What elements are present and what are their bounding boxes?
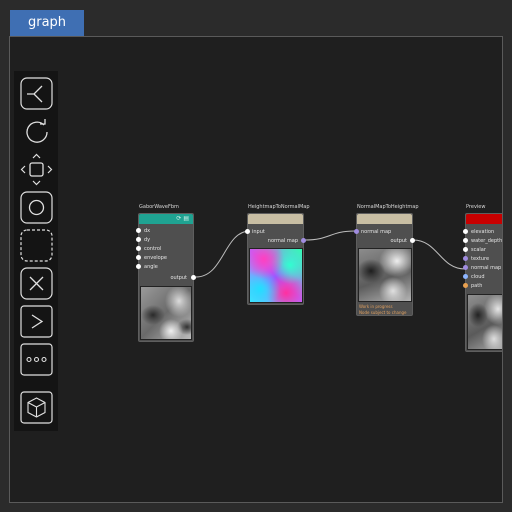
- port-dot-dy[interactable]: [136, 237, 141, 242]
- port-dot-normal-map[interactable]: [463, 265, 468, 270]
- port-dot-normal-map[interactable]: [301, 238, 306, 243]
- port-dot-texture[interactable]: [463, 256, 468, 261]
- node-preview-image: [249, 248, 303, 303]
- port-dot-input[interactable]: [245, 229, 250, 234]
- rotate-icon: [26, 119, 48, 143]
- port-label-output: output: [170, 275, 188, 281]
- port-label-dy: dy: [144, 237, 151, 243]
- node-preview-image: [467, 294, 502, 350]
- port-dot-dx[interactable]: [136, 228, 141, 233]
- node-header[interactable]: [248, 214, 303, 224]
- node-title: GaborWaveFbm: [139, 204, 179, 210]
- port-dot-elevation[interactable]: [463, 229, 468, 234]
- node-header[interactable]: [466, 214, 502, 224]
- run-button[interactable]: [20, 305, 53, 338]
- move-button[interactable]: [20, 153, 53, 186]
- port-dot-path[interactable]: [463, 283, 468, 288]
- port-label-control: control: [144, 246, 162, 252]
- more-button[interactable]: [20, 343, 53, 376]
- port-dot-output[interactable]: [191, 275, 196, 280]
- link-tool-icon: [20, 77, 53, 110]
- port-label-path: path: [471, 283, 483, 289]
- port-dot-angle[interactable]: [136, 264, 141, 269]
- port-label-angle: angle: [144, 264, 158, 270]
- move-icon: [20, 153, 53, 186]
- port-label-envelope: envelope: [144, 255, 167, 261]
- node-gabor-wave-fbm[interactable]: GaborWaveFbm ⟳ ▤ dx dy control envelope …: [136, 204, 196, 342]
- port-label-cloud: cloud: [471, 274, 485, 280]
- circle-select-icon: [20, 191, 53, 224]
- node-header[interactable]: ⟳ ▤: [139, 214, 193, 224]
- port-dot-control[interactable]: [136, 246, 141, 251]
- node-warning-message: Node subject to change: [359, 310, 407, 315]
- node-preview-image: [140, 286, 192, 340]
- circle-select-button[interactable]: [20, 191, 53, 224]
- node-settings-icon[interactable]: ⟳ ▤: [176, 215, 189, 222]
- wire-n2h-to-preview: [412, 239, 466, 270]
- node-warning-message: Work in progress: [359, 304, 393, 309]
- link-tool-button[interactable]: [20, 77, 53, 110]
- wire-h2n-to-n2h: [304, 230, 356, 241]
- port-label-output: output: [390, 238, 408, 244]
- graph-canvas[interactable]: GaborWaveFbm ⟳ ▤ dx dy control envelope …: [9, 36, 503, 503]
- port-label-normal-map: normal map: [471, 265, 502, 271]
- node-preview-image: [358, 248, 412, 302]
- node-heightmap-to-normal-map[interactable]: HeightmapToNormalMap input normal map: [245, 204, 310, 305]
- node-title: HeightmapToNormalMap: [248, 204, 310, 210]
- more-icon: [20, 343, 53, 376]
- tab-graph[interactable]: graph: [10, 10, 84, 36]
- port-dot-water-depth[interactable]: [463, 238, 468, 243]
- run-icon: [20, 305, 53, 338]
- port-label-normal-map: normal map: [267, 238, 298, 244]
- port-label-dx: dx: [144, 228, 151, 234]
- delete-icon: [20, 267, 53, 300]
- port-label-scalar: scalar: [471, 247, 486, 253]
- port-label-texture: texture: [471, 256, 490, 262]
- port-dot-scalar[interactable]: [463, 247, 468, 252]
- node-normal-map-to-heightmap[interactable]: NormalMapToHeightmap normal map output W…: [354, 204, 419, 316]
- wire-gabor-to-h2n: [195, 230, 251, 278]
- rotate-button[interactable]: [20, 115, 53, 148]
- port-dot-cloud[interactable]: [463, 274, 468, 279]
- port-label-water-depth: water_depth: [471, 238, 503, 244]
- port-label-input: input: [252, 229, 265, 235]
- tool-palette: [14, 71, 58, 431]
- 3d-view-button[interactable]: [20, 391, 53, 424]
- port-dot-output[interactable]: [410, 238, 415, 243]
- delete-button[interactable]: [20, 267, 53, 300]
- node-title: NormalMapToHeightmap: [357, 204, 419, 210]
- rect-select-button[interactable]: [20, 229, 53, 262]
- rect-select-icon: [20, 229, 53, 262]
- node-title: Preview: [466, 204, 486, 210]
- port-label-normal-map: normal map: [361, 229, 392, 235]
- port-dot-envelope[interactable]: [136, 255, 141, 260]
- port-label-elevation: elevation: [471, 229, 495, 235]
- node-header[interactable]: [357, 214, 412, 224]
- port-dot-normal-map[interactable]: [354, 229, 359, 234]
- 3d-view-icon: [20, 391, 53, 424]
- node-preview[interactable]: Preview elevation water_depth scalar tex…: [463, 204, 503, 352]
